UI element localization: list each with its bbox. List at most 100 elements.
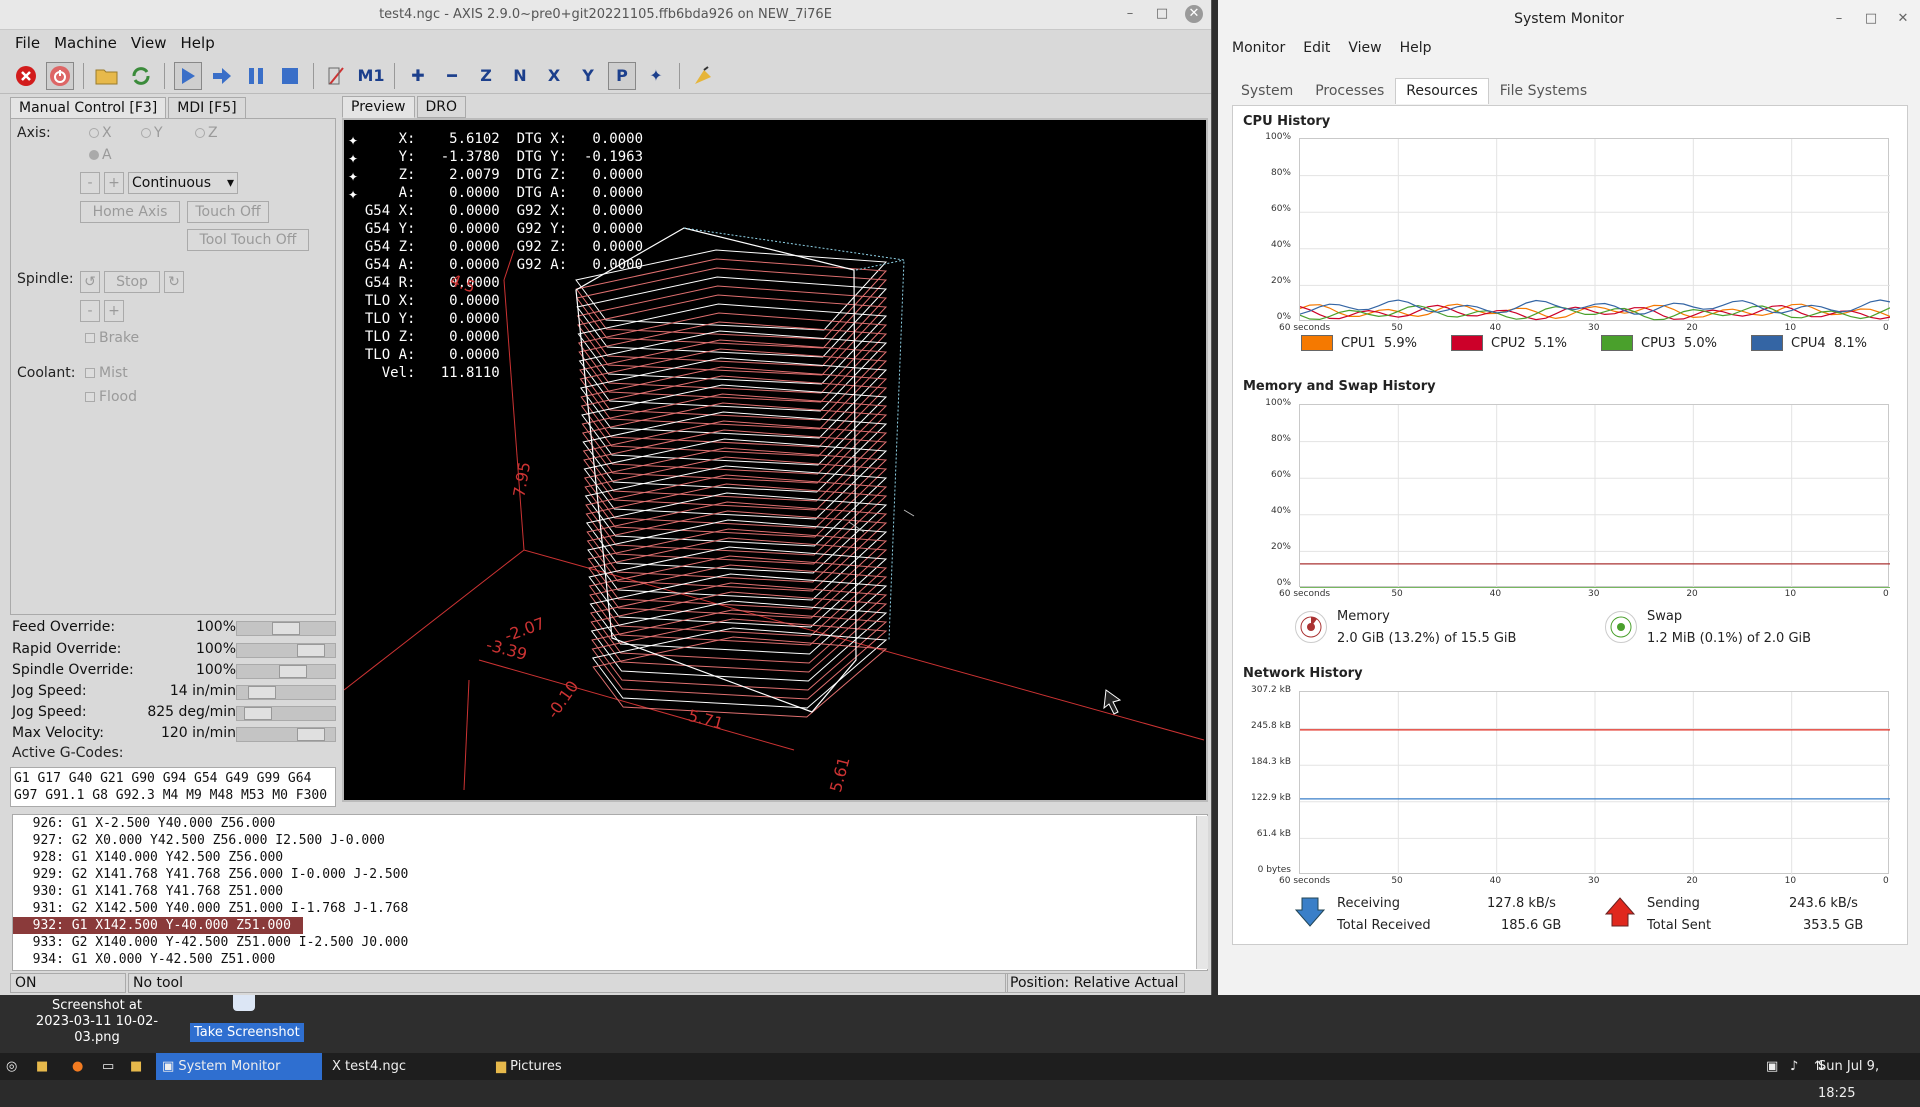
maximize-icon[interactable]: □ xyxy=(1862,10,1880,28)
override-slider[interactable] xyxy=(236,727,336,742)
tab-preview[interactable]: Preview xyxy=(342,96,415,118)
clear-plot-icon[interactable] xyxy=(689,62,717,90)
axis-radio-z[interactable]: Z xyxy=(195,125,218,141)
menu-machine[interactable]: Machine xyxy=(49,32,122,54)
home-axis-button[interactable]: Home Axis xyxy=(80,201,180,223)
optional-stop-icon[interactable]: M1 xyxy=(357,62,385,90)
gcode-line[interactable]: 926: G1 X-2.500 Y40.000 Z56.000 xyxy=(13,815,1207,832)
firefox-launcher-icon[interactable]: ● xyxy=(66,1053,83,1080)
files-launcher-icon[interactable]: ■ xyxy=(30,1053,48,1080)
view-x-icon[interactable]: X xyxy=(540,62,568,90)
toolpath-preview[interactable]: X: 5.6102 DTG X: 0.0000 Y: -1.3780 DTG Y… xyxy=(342,118,1208,802)
axis-radio-x[interactable]: X xyxy=(89,125,112,141)
spindle-minus-button[interactable]: - xyxy=(80,300,100,322)
cpu-legend-item[interactable]: CPU3 5.0% xyxy=(1601,335,1717,351)
tab-manual-control[interactable]: Manual Control [F3] xyxy=(10,97,167,119)
color-swatch[interactable] xyxy=(1601,335,1633,351)
take-screenshot-label[interactable]: Take Screenshot xyxy=(190,1023,304,1042)
taskbar-item-pictures[interactable]: ▆ Pictures xyxy=(490,1053,650,1080)
open-file-icon[interactable] xyxy=(93,62,121,90)
spindle-ccw-icon[interactable]: ↺ xyxy=(80,271,100,293)
pause-icon[interactable] xyxy=(242,62,270,90)
menu-edit[interactable]: Edit xyxy=(1297,38,1336,58)
axis-radio-y[interactable]: Y xyxy=(141,125,163,141)
axis-title-bar[interactable]: test4.ngc - AXIS 2.9.0~pre0+git20221105.… xyxy=(0,0,1211,30)
taskbar-item-system-monitor[interactable]: ▣ System Monitor xyxy=(156,1053,322,1080)
cpu-legend-item[interactable]: CPU2 5.1% xyxy=(1451,335,1567,351)
slider-handle[interactable] xyxy=(244,707,272,720)
gcode-listing[interactable]: 926: G1 X-2.500 Y40.000 Z56.000 927: G2 … xyxy=(12,814,1208,971)
screenshot-file-label[interactable]: Screenshot at 2023-03-11 10-02-03.png xyxy=(32,998,162,1046)
override-slider[interactable] xyxy=(236,706,336,721)
color-swatch[interactable] xyxy=(1751,335,1783,351)
menu-file[interactable]: File xyxy=(10,32,45,54)
slider-handle[interactable] xyxy=(272,622,300,635)
slider-handle[interactable] xyxy=(297,644,325,657)
override-slider[interactable] xyxy=(236,643,336,658)
gcode-line[interactable]: 927: G2 X0.000 Y42.500 Z56.000 I2.500 J-… xyxy=(13,832,1207,849)
flood-checkbox[interactable]: Flood xyxy=(85,389,137,405)
stop-icon[interactable] xyxy=(276,62,304,90)
tool-touch-off-button[interactable]: Tool Touch Off xyxy=(187,229,309,251)
menu-monitor[interactable]: Monitor xyxy=(1226,38,1291,58)
clock[interactable]: Sun Jul 9, 18:25 xyxy=(1818,1053,1920,1101)
gcode-line[interactable]: 931: G2 X142.500 Y40.000 Z51.000 I-1.768… xyxy=(13,900,1207,917)
brake-checkbox[interactable]: Brake xyxy=(85,330,139,346)
tray-window-icon[interactable]: ▣ xyxy=(1760,1053,1778,1080)
menu-help[interactable]: Help xyxy=(176,32,220,54)
slider-handle[interactable] xyxy=(297,728,325,741)
slider-handle[interactable] xyxy=(248,686,276,699)
gcode-line[interactable]: 933: G2 X140.000 Y-42.500 Z51.000 I-2.50… xyxy=(13,934,1207,951)
zoom-out-icon[interactable]: ━ xyxy=(438,62,466,90)
tab-processes[interactable]: Processes xyxy=(1304,78,1395,104)
spindle-plus-button[interactable]: + xyxy=(104,300,124,322)
minimize-icon[interactable]: – xyxy=(1121,5,1139,23)
spindle-stop-button[interactable]: Stop xyxy=(104,271,160,293)
override-slider[interactable] xyxy=(236,685,336,700)
step-icon[interactable] xyxy=(208,62,236,90)
override-slider[interactable] xyxy=(236,664,336,679)
menu-view[interactable]: View xyxy=(126,32,172,54)
touch-off-button[interactable]: Touch Off xyxy=(187,201,269,223)
start-menu-icon[interactable]: ◎ xyxy=(0,1053,26,1080)
mist-checkbox[interactable]: Mist xyxy=(85,365,128,381)
code-scrollbar[interactable] xyxy=(1196,816,1208,969)
color-swatch[interactable] xyxy=(1451,335,1483,351)
tab-resources[interactable]: Resources xyxy=(1395,78,1489,104)
zoom-in-icon[interactable]: ✚ xyxy=(404,62,432,90)
minimize-icon[interactable]: – xyxy=(1830,10,1848,28)
tab-system[interactable]: System xyxy=(1230,78,1304,104)
close-icon[interactable]: ✕ xyxy=(1185,5,1203,23)
sysmon-title-bar[interactable]: System Monitor – □ ✕ xyxy=(1218,0,1920,38)
slider-handle[interactable] xyxy=(279,665,307,678)
reload-icon[interactable] xyxy=(127,62,155,90)
tab-mdi[interactable]: MDI [F5] xyxy=(168,97,246,119)
terminal-launcher-icon[interactable]: ▭ xyxy=(96,1053,114,1080)
gcode-line[interactable]: 929: G2 X141.768 Y41.768 Z56.000 I-0.000… xyxy=(13,866,1207,883)
view-p-icon[interactable]: P xyxy=(608,61,636,90)
power-icon[interactable] xyxy=(46,61,74,90)
menu-view[interactable]: View xyxy=(1342,38,1387,58)
cpu-legend-item[interactable]: CPU1 5.9% xyxy=(1301,335,1417,351)
jog-plus-button[interactable]: + xyxy=(104,172,124,194)
rotate-view-icon[interactable]: ✦ xyxy=(642,62,670,90)
maximize-icon[interactable]: □ xyxy=(1153,5,1171,23)
gcode-line[interactable]: 928: G1 X140.000 Y42.500 Z56.000 xyxy=(13,849,1207,866)
folder-launcher-icon[interactable]: ■ xyxy=(124,1053,142,1080)
taskbar-item-axis[interactable]: X test4.ngc xyxy=(326,1053,486,1080)
color-swatch[interactable] xyxy=(1301,335,1333,351)
gcode-line[interactable]: 934: G1 X0.000 Y-42.500 Z51.000 xyxy=(13,951,1207,968)
jog-minus-button[interactable]: - xyxy=(80,172,100,194)
gcode-line[interactable]: 932: G1 X142.500 Y-40.000 Z51.000 xyxy=(13,917,303,934)
estop-icon[interactable] xyxy=(12,62,40,90)
close-icon[interactable]: ✕ xyxy=(1894,10,1912,28)
menu-help[interactable]: Help xyxy=(1394,38,1438,58)
run-icon[interactable] xyxy=(174,61,202,90)
override-slider[interactable] xyxy=(236,621,336,636)
tab-file-systems[interactable]: File Systems xyxy=(1489,78,1598,104)
block-delete-icon[interactable] xyxy=(323,62,351,90)
axis-radio-a[interactable]: A xyxy=(89,147,112,163)
jog-mode-select[interactable]: Continuous ▾ xyxy=(128,172,238,194)
cpu-legend-item[interactable]: CPU4 8.1% xyxy=(1751,335,1867,351)
spindle-cw-icon[interactable]: ↻ xyxy=(164,271,184,293)
